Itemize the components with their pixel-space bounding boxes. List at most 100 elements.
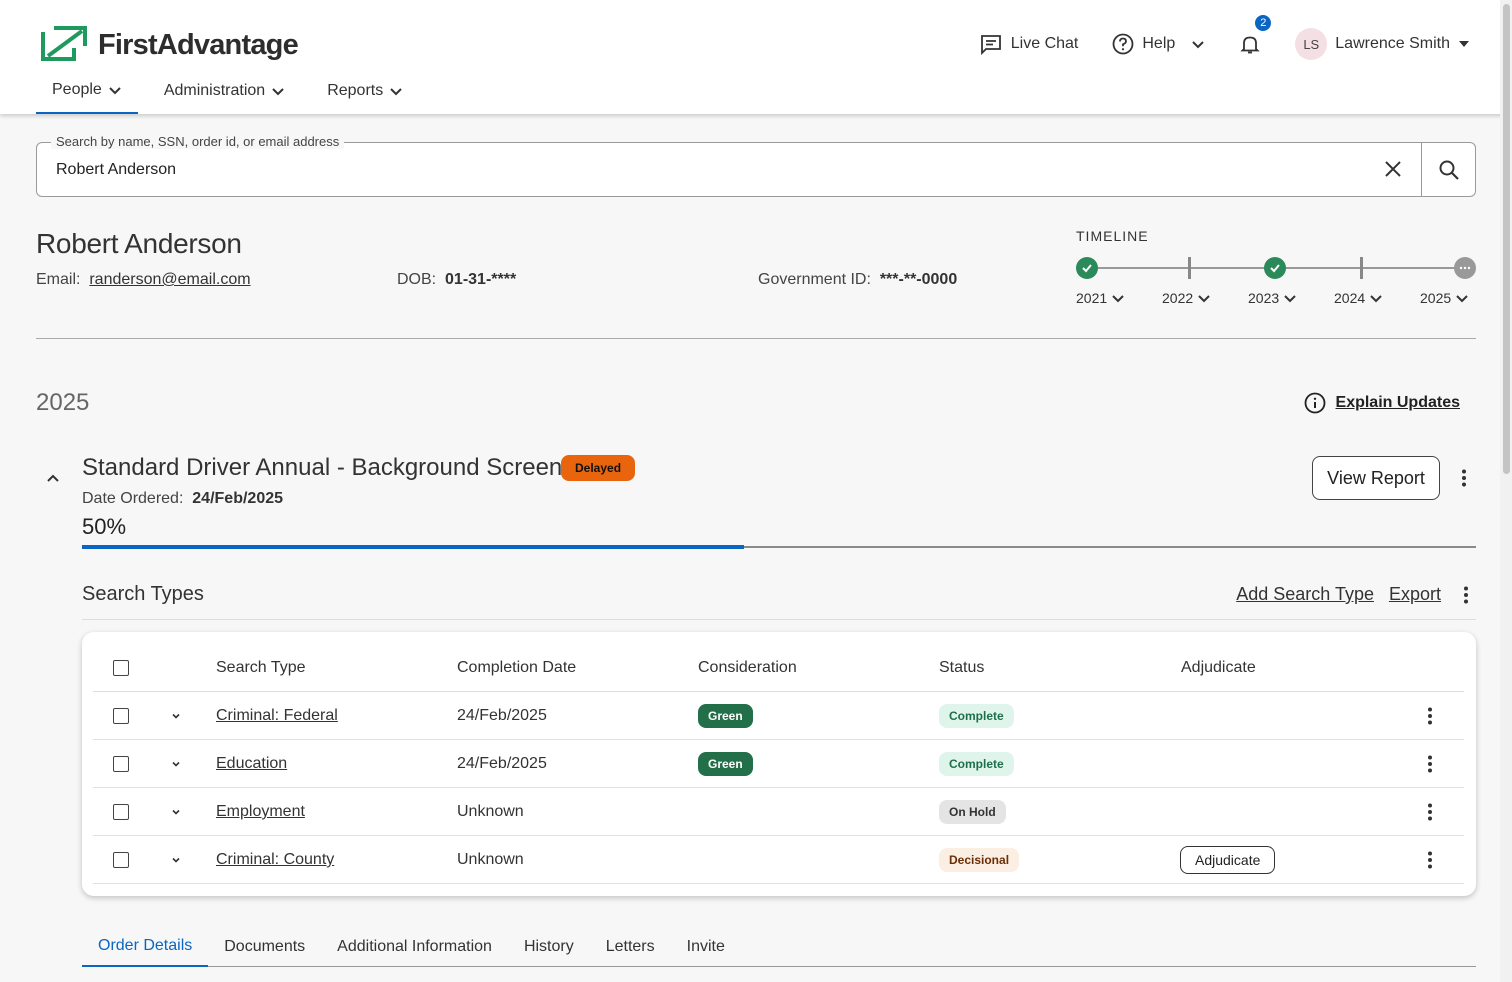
timeline-year-2023[interactable]: 2023	[1248, 290, 1297, 306]
dob-label: DOB:	[397, 271, 437, 288]
add-search-type-link[interactable]: Add Search Type	[1236, 584, 1374, 605]
row-menu-button[interactable]	[1428, 788, 1432, 836]
row-checkbox[interactable]	[113, 852, 129, 868]
table-row: Criminal: County Unknown Decisional Adju…	[93, 836, 1464, 884]
main-nav: People Administration Reports	[36, 68, 419, 114]
logo-text: FirstAdvantage	[98, 29, 299, 61]
row-checkbox[interactable]	[113, 804, 129, 820]
column-header-completion-date: Completion Date	[457, 659, 577, 676]
logo[interactable]: FirstAdvantage	[40, 24, 299, 67]
search-input[interactable]	[56, 143, 1356, 196]
tab-additional-information[interactable]: Additional Information	[321, 926, 508, 967]
tab-history[interactable]: History	[508, 926, 590, 967]
row-menu-button[interactable]	[1428, 836, 1432, 884]
chevron-down-icon	[1192, 41, 1204, 49]
explain-updates-label: Explain Updates	[1335, 394, 1460, 411]
progress-percent: 50%	[82, 514, 127, 539]
chevron-down-icon	[1370, 295, 1382, 303]
timeline-node-2024[interactable]	[1360, 257, 1363, 279]
select-all-checkbox[interactable]	[113, 660, 129, 676]
timeline-node-2025[interactable]	[1454, 257, 1476, 279]
search-types-table: Search Type Completion Date Consideratio…	[82, 632, 1476, 896]
view-report-button[interactable]: View Report	[1312, 456, 1440, 500]
completion-date: Unknown	[457, 851, 524, 868]
table-row: Employment Unknown On Hold	[93, 788, 1464, 836]
email-link[interactable]: randerson@email.com	[89, 271, 250, 288]
close-icon[interactable]	[1381, 157, 1405, 181]
search-types-menu-button[interactable]	[1456, 585, 1476, 605]
timeline-year-label: 2022	[1162, 290, 1194, 306]
column-header-consideration: Consideration	[698, 659, 797, 676]
date-ordered-value: 24/Feb/2025	[192, 490, 284, 507]
gov-id-value: ***-**-0000	[879, 271, 958, 288]
header-actions: Live Chat Help 2 LS Lawrence Smith	[979, 13, 1470, 64]
timeline-year-2025[interactable]: 2025	[1420, 290, 1469, 306]
status-cell: Complete	[939, 740, 1014, 788]
search-type-link[interactable]: Education	[216, 740, 287, 788]
chevron-up-icon[interactable]	[44, 470, 62, 488]
nav-item-label: Administration	[163, 82, 266, 99]
user-menu[interactable]: LS Lawrence Smith	[1295, 28, 1470, 60]
person-name: Robert Anderson	[36, 228, 242, 259]
adjudicate-button[interactable]: Adjudicate	[1180, 846, 1276, 874]
chevron-down-icon	[1112, 295, 1124, 303]
row-expand-button[interactable]	[170, 836, 182, 884]
scrollbar-thumb[interactable]	[1503, 4, 1510, 474]
search-type-link[interactable]: Criminal: County	[216, 836, 334, 884]
search-button[interactable]	[1421, 143, 1475, 196]
row-menu-button[interactable]	[1428, 740, 1432, 788]
row-checkbox-cell	[113, 836, 129, 884]
page-scrollbar[interactable]	[1500, 0, 1512, 982]
chevron-down-icon	[109, 87, 121, 95]
row-expand-button[interactable]	[170, 740, 182, 788]
notification-count-badge: 2	[1253, 13, 1274, 33]
row-menu-button[interactable]	[1428, 692, 1432, 740]
help-label: Help	[1142, 35, 1176, 52]
row-checkbox-cell	[113, 740, 129, 788]
nav-item-administration[interactable]: Administration	[148, 68, 301, 114]
explain-updates-link[interactable]: Explain Updates	[1304, 392, 1460, 414]
more-vertical-icon	[1462, 469, 1466, 487]
tab-invite[interactable]: Invite	[671, 926, 741, 967]
order-menu-button[interactable]	[1454, 468, 1474, 488]
timeline-year-2022[interactable]: 2022	[1162, 290, 1211, 306]
search-types-actions: Add Search Type Export	[1236, 584, 1476, 605]
tab-documents[interactable]: Documents	[208, 926, 321, 967]
row-checkbox-cell	[113, 692, 129, 740]
consideration-cell: Green	[698, 692, 753, 740]
completion-date: 24/Feb/2025	[457, 707, 547, 724]
tab-letters[interactable]: Letters	[590, 926, 671, 967]
caret-down-icon	[1459, 41, 1469, 47]
progress-bar	[82, 545, 1476, 549]
nav-item-people[interactable]: People	[36, 68, 138, 114]
search-type-link[interactable]: Employment	[216, 788, 305, 836]
chevron-down-icon	[172, 761, 180, 767]
chevron-down-icon	[172, 857, 180, 863]
row-expand-button[interactable]	[170, 692, 182, 740]
status-cell: Complete	[939, 692, 1014, 740]
consideration-badge: Green	[698, 752, 753, 776]
timeline-node-2023[interactable]	[1264, 257, 1286, 279]
search-type-link[interactable]: Criminal: Federal	[216, 692, 338, 740]
table-row: Education 24/Feb/2025 Green Complete	[93, 740, 1464, 788]
help-button[interactable]: Help	[1112, 33, 1205, 55]
row-checkbox[interactable]	[113, 708, 129, 724]
nav-item-reports[interactable]: Reports	[311, 68, 419, 114]
row-checkbox[interactable]	[113, 756, 129, 772]
timeline-node-2021[interactable]	[1076, 257, 1098, 279]
info-icon	[1304, 392, 1325, 414]
export-link[interactable]: Export	[1389, 584, 1441, 605]
live-chat-button[interactable]: Live Chat	[979, 32, 1078, 56]
section-divider	[36, 338, 1476, 339]
timeline-year-2024[interactable]: 2024	[1334, 290, 1383, 306]
timeline-year-2021[interactable]: 2021	[1076, 290, 1125, 306]
status-cell: Decisional	[939, 836, 1020, 884]
order-title: Standard Driver Annual - Background Scre…	[82, 454, 563, 481]
timeline: TIMELINE 2021 2022 2023 2024 2025	[1076, 228, 1476, 318]
nav-item-label: People	[52, 81, 102, 98]
row-expand-button[interactable]	[170, 788, 182, 836]
notifications-button[interactable]: 2	[1239, 13, 1274, 55]
timeline-node-2022[interactable]	[1188, 257, 1191, 279]
table-header-row: Search Type Completion Date Consideratio…	[93, 644, 1464, 692]
tab-order-details[interactable]: Order Details	[82, 926, 209, 967]
